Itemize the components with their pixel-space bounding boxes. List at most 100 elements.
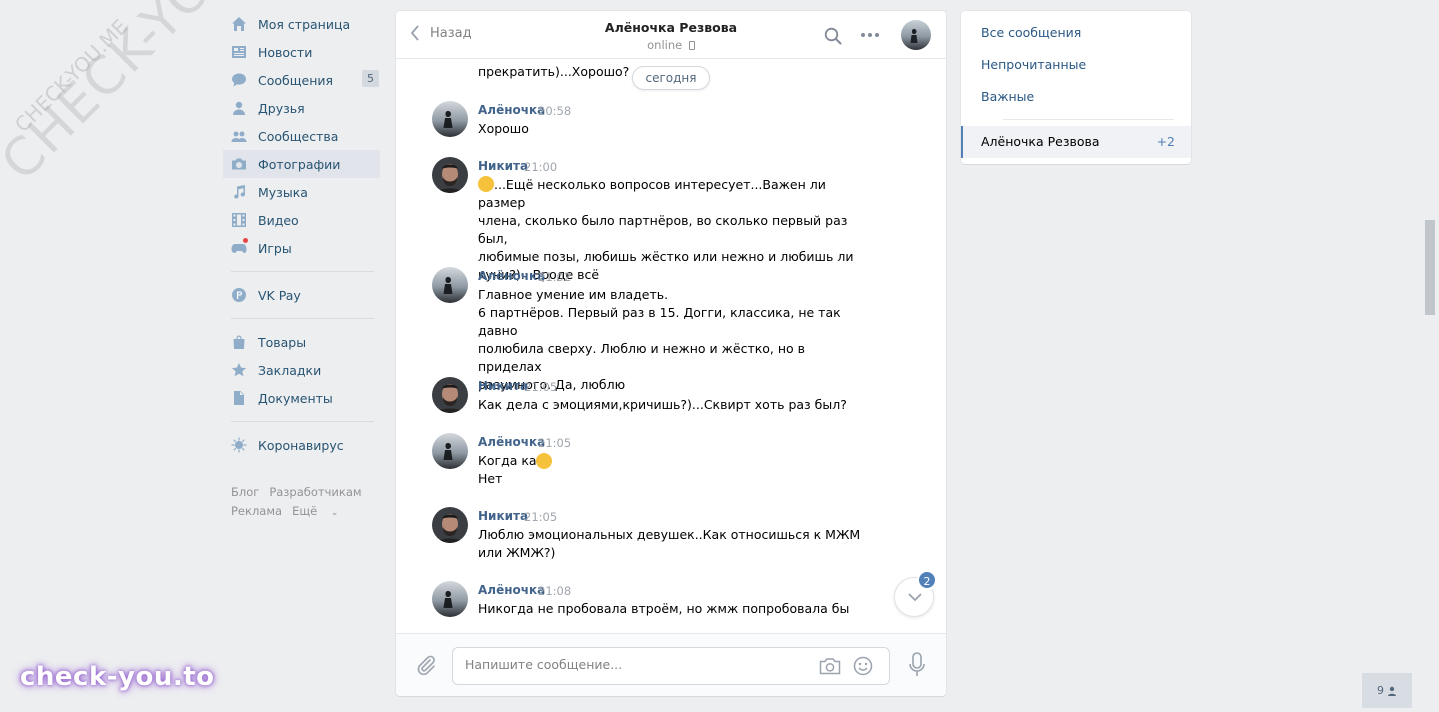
message-author[interactable]: Алёночка (478, 583, 545, 597)
messages-icon (231, 72, 247, 88)
filter-all-messages[interactable]: Все сообщения (981, 25, 1081, 40)
message-author[interactable]: Алёночка (478, 435, 545, 449)
nav-label: VK Pay (258, 287, 301, 303)
message-text: прекратить)...Хорошо? (478, 64, 630, 79)
chevron-down-icon: ⌄ (330, 508, 339, 518)
message-time[interactable]: 21:05 (524, 510, 557, 524)
search-icon[interactable] (824, 27, 842, 45)
message-time[interactable]: 21:05 (538, 436, 571, 450)
person-icon (1388, 686, 1396, 696)
message-time[interactable]: 20:58 (538, 104, 571, 118)
friends-icon (231, 100, 247, 116)
nav-label: Видео (258, 212, 299, 228)
nav-divider (231, 271, 374, 272)
scroll-to-bottom-button[interactable]: 2 (894, 570, 937, 617)
chevron-down-icon (908, 593, 922, 602)
avatar-alyonochka[interactable] (432, 581, 468, 617)
nav-item-messages[interactable]: Сообщения 5 (223, 66, 380, 94)
dot (861, 33, 865, 37)
nav-divider (231, 421, 374, 422)
nav-label: Моя страница (258, 16, 351, 32)
paperclip-icon[interactable] (416, 654, 436, 676)
nav-item-goods[interactable]: Товары (223, 328, 380, 356)
news-icon (231, 44, 247, 60)
message-author[interactable]: Никита (478, 159, 528, 173)
smirk-emoji-icon (536, 453, 552, 469)
kiss-emoji-icon (478, 176, 494, 192)
footer-link-developers[interactable]: Разработчикам (269, 485, 361, 499)
message-text: Хорошо (478, 121, 529, 136)
nav-item-coronavirus[interactable]: Коронавирус (223, 431, 380, 459)
avatar-nikita[interactable] (432, 507, 468, 543)
nav-label: Музыка (258, 184, 308, 200)
message-input[interactable] (465, 657, 805, 672)
avatar-alyonochka[interactable] (432, 433, 468, 469)
nav-item-video[interactable]: Видео (223, 206, 380, 234)
conversation-unread-count: +2 (1156, 134, 1175, 149)
filter-important[interactable]: Важные (981, 89, 1034, 104)
footer-more-label: Ещё (292, 504, 318, 518)
watermark-small: CHECK-YOU.ME (10, 14, 133, 137)
nav-footer: Блог Разработчикам Реклама Ещё ⌄ (223, 483, 380, 523)
vkpay-icon (231, 287, 247, 303)
message-text-body: ...Ещё несколько вопросов интересует...В… (478, 177, 854, 282)
message-filters-panel: Все сообщения Непрочитанные Важные Алёно… (961, 11, 1191, 164)
message-author[interactable]: Алёночка (478, 103, 545, 117)
nav-item-groups[interactable]: Сообщества (223, 122, 380, 150)
chat-panel: Назад Алёночка Резвова online прекратить… (396, 11, 946, 696)
message-time[interactable]: 21:05 (524, 380, 557, 394)
nav-item-games[interactable]: Игры (223, 234, 380, 262)
message-text: ...Ещё несколько вопросов интересует...В… (478, 176, 868, 284)
avatar-nikita[interactable] (432, 157, 468, 193)
message-author[interactable]: Никита (478, 379, 528, 393)
footer-link-blog[interactable]: Блог (231, 485, 259, 499)
filter-unread[interactable]: Непрочитанные (981, 57, 1086, 72)
conversation-item[interactable]: Алёночка Резвова +2 (961, 126, 1191, 158)
avatar-alyonochka[interactable] (432, 267, 468, 303)
document-icon (231, 390, 247, 406)
nav-label: Новости (258, 44, 313, 60)
date-divider: сегодня (632, 66, 710, 90)
online-friends-count: 9 (1377, 684, 1384, 697)
nav-label: Закладки (258, 362, 322, 378)
nav-item-news[interactable]: Новости (223, 38, 380, 66)
chat-header: Назад Алёночка Резвова online (396, 11, 946, 59)
avatar-nikita[interactable] (432, 377, 468, 413)
smile-icon[interactable] (853, 656, 873, 676)
nav-item-music[interactable]: Музыка (223, 178, 380, 206)
nav-item-vkpay[interactable]: VK Pay (223, 281, 380, 309)
nav-divider (231, 318, 374, 319)
nav-label: Сообщения (258, 72, 334, 88)
camera-icon (231, 156, 247, 172)
page-scrollbar[interactable] (1425, 220, 1435, 315)
message-author[interactable]: Алёночка (478, 269, 545, 283)
microphone-icon[interactable] (908, 652, 926, 678)
nav-item-bookmarks[interactable]: Закладки (223, 356, 380, 384)
camera-icon[interactable] (819, 657, 841, 675)
nav-label: Игры (258, 240, 292, 256)
panel-divider (1003, 119, 1174, 120)
online-friends-button[interactable]: 9 (1362, 673, 1412, 708)
message-time[interactable]: 21:02 (538, 270, 571, 284)
footer-link-ads[interactable]: Реклама (231, 504, 282, 518)
message-time[interactable]: 21:00 (524, 160, 557, 174)
messages-count-badge: 5 (362, 70, 379, 87)
avatar-alyonochka[interactable] (432, 101, 468, 137)
message-input-box[interactable] (452, 647, 890, 685)
nav-item-photos[interactable]: Фотографии (223, 150, 380, 178)
nav-item-documents[interactable]: Документы (223, 384, 380, 412)
message-author[interactable]: Никита (478, 509, 528, 523)
nav-item-my-page[interactable]: Моя страница (223, 10, 380, 38)
message-time[interactable]: 21:08 (538, 584, 571, 598)
chat-header-avatar[interactable] (901, 20, 931, 50)
footer-link-more[interactable]: Ещё ⌄ (292, 504, 348, 518)
left-sidebar: Моя страница Новости Сообщения 5 Друзья … (223, 10, 380, 523)
more-actions-button[interactable] (861, 28, 881, 42)
nav-label: Сообщества (258, 128, 339, 144)
online-status: online (647, 38, 683, 52)
nav-label: Фотографии (258, 156, 341, 172)
message-text: Люблю эмоциональных девушек..Как относиш… (478, 527, 861, 560)
message-list[interactable]: прекратить)...Хорошо? сегодня Алёночка 2… (396, 59, 946, 634)
mobile-icon (688, 41, 695, 50)
nav-item-friends[interactable]: Друзья (223, 94, 380, 122)
